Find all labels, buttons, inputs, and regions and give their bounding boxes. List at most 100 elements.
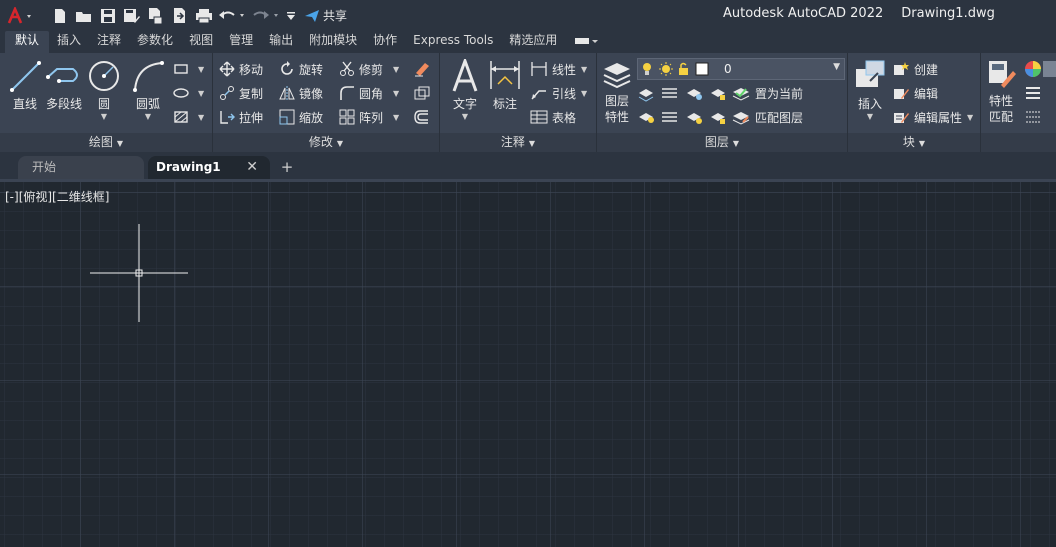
rectangle-button[interactable]: ▼ <box>173 59 204 79</box>
fillet-icon <box>340 86 354 100</box>
tab-default[interactable]: 默认 <box>5 31 50 53</box>
rotate-label: 旋转 <box>299 62 324 77</box>
table-button[interactable]: 表格 <box>530 107 576 127</box>
autocad-logo-icon[interactable] <box>4 5 40 27</box>
tab-express-tools[interactable]: Express Tools <box>405 31 501 53</box>
panel-title-layers[interactable]: 图层 ▼ <box>597 133 847 152</box>
region-button[interactable]: ▼ <box>173 107 204 127</box>
panel-title-properties[interactable] <box>981 133 1056 152</box>
create-block-button[interactable]: 创建 <box>892 59 938 79</box>
panel-title-annotation[interactable]: 注释 ▼ <box>440 133 596 152</box>
share-icon <box>305 9 319 22</box>
panel-title-draw[interactable]: 绘图 ▼ <box>0 133 212 152</box>
edit-attributes-button[interactable]: 编辑属性 ▼ <box>892 107 973 127</box>
ribbon-display-toggle[interactable] <box>565 31 607 53</box>
linear-button[interactable]: 线性 ▼ <box>530 59 587 79</box>
polyline-button[interactable]: 多段线 <box>45 59 83 112</box>
tab-manage[interactable]: 管理 <box>221 31 261 53</box>
circle-button[interactable]: 圆 ▼ <box>87 59 121 121</box>
new-file-icon[interactable] <box>48 5 72 27</box>
chevron-down-icon: ▼ <box>918 139 926 148</box>
layer-tool-icons-2 <box>639 112 725 124</box>
array-button[interactable]: 阵列 ▼ <box>339 107 399 127</box>
fillet-button[interactable]: 圆角 ▼ <box>339 83 399 103</box>
move-button[interactable]: 移动 <box>219 59 263 79</box>
chevron-down-icon: ▼ <box>336 139 344 148</box>
insert-block-button[interactable]: 插入 ▼ <box>852 59 888 121</box>
trim-button[interactable]: 修剪 ▼ <box>339 59 399 79</box>
tab-insert[interactable]: 插入 <box>49 31 89 53</box>
dimension-button[interactable]: 标注 <box>488 59 522 112</box>
tab-addins[interactable]: 附加模块 <box>301 31 365 53</box>
drawing-canvas[interactable]: [-][俯视][二维线框] <box>0 182 1056 547</box>
tab-output[interactable]: 输出 <box>261 31 301 53</box>
panel-title-modify[interactable]: 修改 ▼ <box>213 133 439 152</box>
edit-block-button[interactable]: 编辑 <box>892 83 938 103</box>
panel-toggle-icon <box>575 37 599 44</box>
layer-stack-icon <box>603 63 631 89</box>
chevron-down-icon: ▼ <box>528 139 536 148</box>
chevron-down-icon: ▼ <box>100 112 108 121</box>
eraser-icon <box>415 63 429 77</box>
layer-properties-label-1: 图层 <box>604 94 629 108</box>
layer-state-icons <box>643 62 709 76</box>
explode-button[interactable] <box>413 83 435 103</box>
copy-button[interactable]: 复制 <box>219 83 263 103</box>
app-title: Autodesk AutoCAD 2022 <box>723 6 884 21</box>
chevron-down-icon: ▼ <box>732 139 740 148</box>
tab-parametric[interactable]: 参数化 <box>129 31 181 53</box>
layer-tools-row-2[interactable]: 匹配图层 <box>637 107 803 127</box>
fillet-label: 圆角 <box>359 86 384 101</box>
create-label: 创建 <box>914 62 939 77</box>
panel-layers: 图层 特性 0 ▼ 置为当前 匹配图层 图层 ▼ <box>597 53 848 152</box>
tab-start[interactable]: 开始 <box>18 156 144 179</box>
redo-icon[interactable] <box>250 5 284 27</box>
tab-view[interactable]: 视图 <box>181 31 221 53</box>
match-properties-label-1: 特性 <box>988 94 1013 108</box>
insert-block-icon <box>856 60 885 87</box>
erase-button[interactable] <box>413 59 435 79</box>
tab-featured-apps[interactable]: 精选应用 <box>501 31 565 53</box>
lineweight-button[interactable] <box>1025 83 1045 103</box>
line-button[interactable]: 直线 <box>8 59 42 112</box>
layer-dropdown[interactable]: 0 ▼ <box>637 58 845 80</box>
color-dropdown[interactable] <box>1043 59 1056 79</box>
print-icon[interactable] <box>192 5 216 27</box>
move-icon <box>219 61 235 77</box>
export-icon[interactable] <box>168 5 192 27</box>
mirror-button[interactable]: 镜像 <box>279 83 323 103</box>
tab-annotate[interactable]: 注释 <box>89 31 129 53</box>
rotate-button[interactable]: 旋转 <box>279 59 323 79</box>
offset-button[interactable] <box>413 107 435 127</box>
linetype-button[interactable] <box>1025 107 1045 127</box>
open-folder-icon[interactable] <box>72 5 96 27</box>
panel-draw: 直线 多段线 圆 ▼ 圆弧 ▼ ▼ ▼ ▼ 绘图 ▼ <box>0 53 213 152</box>
layer-properties-button[interactable]: 图层 特性 <box>601 59 633 125</box>
tab-collaborate[interactable]: 协作 <box>365 31 405 53</box>
viewport-controls[interactable]: [-][俯视][二维线框] <box>5 188 109 205</box>
circle-icon <box>89 61 119 91</box>
stretch-button[interactable]: 拉伸 <box>219 107 263 127</box>
tab-drawing1[interactable]: Drawing1 ✕ <box>148 156 270 179</box>
close-icon[interactable]: ✕ <box>246 156 258 179</box>
hatch-button[interactable]: ▼ <box>173 83 204 103</box>
new-tab-button[interactable]: + <box>277 156 297 179</box>
leader-icon <box>531 90 546 100</box>
leader-button[interactable]: 引线 ▼ <box>530 83 587 103</box>
arc-button[interactable]: 圆弧 ▼ <box>131 59 165 121</box>
match-properties-icon <box>989 61 1016 88</box>
text-button[interactable]: 文字 ▼ <box>450 59 480 121</box>
layer-tools-row-1[interactable]: 置为当前 <box>637 83 803 103</box>
undo-icon[interactable] <box>216 5 250 27</box>
title-bar: 共享 Autodesk AutoCAD 2022 Drawing1.dwg <box>0 0 1056 31</box>
share-button[interactable]: 共享 <box>304 5 347 27</box>
panel-title-block[interactable]: 块 ▼ <box>848 133 980 152</box>
publish-icon[interactable] <box>144 5 168 27</box>
save-icon[interactable] <box>96 5 120 27</box>
save-as-icon[interactable] <box>120 5 144 27</box>
scale-button[interactable]: 缩放 <box>279 107 323 127</box>
customize-icon[interactable] <box>284 5 298 27</box>
polyline-label: 多段线 <box>45 97 82 111</box>
match-properties-button[interactable]: 特性 匹配 <box>985 59 1017 125</box>
tab-drawing1-label: Drawing1 <box>156 160 221 174</box>
